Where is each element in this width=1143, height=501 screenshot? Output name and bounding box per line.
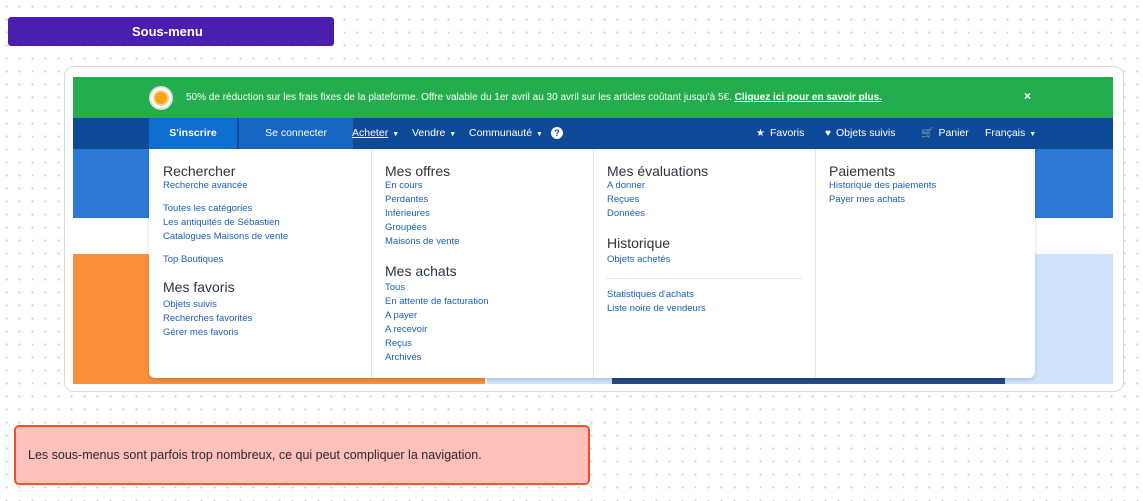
chevron-down-icon: ▼: [1029, 131, 1037, 138]
chevron-down-icon: ▼: [449, 131, 457, 138]
nav-vendre[interactable]: Vendre ▼: [412, 118, 456, 149]
nav-vendre-label: Vendre: [412, 127, 446, 139]
heading-mes-favoris: Mes favoris: [163, 279, 235, 295]
nav-objets-suivis-label: Objets suivis: [835, 127, 896, 139]
menu-column-rechercher: Rechercher Recherche avancée Toutes les …: [149, 149, 371, 378]
heading-rechercher: Rechercher: [163, 163, 236, 179]
link-historique-paiements[interactable]: Historique des paiements: [829, 180, 936, 191]
nav-objets-suivis[interactable]: ♥ Objets suivis: [825, 118, 895, 149]
link-en-cours[interactable]: En cours: [385, 180, 423, 191]
link-catalogues[interactable]: Catalogues Maisons de vente: [163, 231, 288, 242]
nav-acheter-label: Acheter: [352, 127, 389, 139]
acheter-dropdown-menu: Rechercher Recherche avancée Toutes les …: [149, 149, 1035, 378]
link-a-donner[interactable]: A donner: [607, 180, 645, 191]
menu-divider: [606, 278, 802, 279]
sun-logo-icon: [149, 86, 173, 110]
nav-langue[interactable]: Français ▼: [985, 118, 1036, 149]
heading-mes-achats: Mes achats: [385, 263, 457, 279]
nav-panier[interactable]: 🛒 Panier: [921, 118, 969, 149]
chevron-down-icon: ▼: [536, 131, 543, 138]
login-button[interactable]: Se connecter: [239, 118, 353, 149]
nav-communaute[interactable]: Communauté ▼: [469, 118, 543, 149]
menu-column-paiements: Paiements Historique des paiements Payer…: [815, 149, 1035, 378]
link-recues[interactable]: Reçues: [607, 194, 639, 205]
link-recus[interactable]: Reçus: [385, 338, 412, 349]
cart-icon: 🛒: [921, 128, 934, 139]
link-toutes-categories[interactable]: Toutes les catégories: [163, 203, 252, 214]
link-groupees[interactable]: Groupées: [385, 222, 427, 233]
nav-communaute-label: Communauté: [469, 127, 533, 139]
link-a-recevoir[interactable]: A recevoir: [385, 324, 427, 335]
link-attente-facturation[interactable]: En attente de facturation: [385, 296, 489, 307]
link-statistiques[interactable]: Statistiques d'achats: [607, 289, 694, 300]
link-a-payer[interactable]: A payer: [385, 310, 417, 321]
link-perdantes[interactable]: Perdantes: [385, 194, 428, 205]
signup-button[interactable]: S'inscrire: [149, 118, 237, 149]
link-payer-achats[interactable]: Payer mes achats: [829, 194, 905, 205]
chevron-down-icon: ▼: [392, 131, 400, 138]
link-top-boutiques[interactable]: Top Boutiques: [163, 254, 223, 265]
link-objets-achetes[interactable]: Objets achetés: [607, 254, 670, 265]
link-donnees[interactable]: Données: [607, 208, 645, 219]
link-objets-suivis[interactable]: Objets suivis: [163, 299, 217, 310]
menu-column-evaluations: Mes évaluations A donner Reçues Données …: [593, 149, 815, 378]
link-gerer-favoris[interactable]: Gérer mes favoris: [163, 327, 239, 338]
nav-langue-label: Français: [985, 127, 1026, 139]
menu-column-mes-offres: Mes offres En cours Perdantes Inférieure…: [371, 149, 593, 378]
nav-acheter[interactable]: Acheter ▼: [352, 118, 399, 149]
link-recherche-avancee[interactable]: Recherche avancée: [163, 180, 248, 191]
top-nav: S'inscrire Se connecter Acheter ▼ Vendre ▼…: [73, 118, 1113, 149]
link-antiquites[interactable]: Les antiquités de Sébastien: [163, 217, 280, 228]
promo-link[interactable]: Cliquez ici pour en savoir plus.: [735, 92, 882, 103]
section-tag-label: Sous-menu: [132, 24, 203, 39]
help-icon[interactable]: ?: [551, 118, 563, 149]
link-archives[interactable]: Archivés: [385, 352, 421, 363]
heading-historique: Historique: [607, 235, 671, 251]
close-icon[interactable]: ×: [1024, 89, 1031, 103]
heading-paiements: Paiements: [829, 163, 896, 179]
link-recherches-favorites[interactable]: Recherches favorites: [163, 313, 252, 324]
section-tag: Sous-menu: [8, 17, 334, 46]
heading-mes-offres: Mes offres: [385, 163, 451, 179]
heart-icon: ♥: [825, 128, 831, 139]
annotation-note: Les sous-menus sont parfois trop nombreu…: [14, 425, 590, 485]
link-inferieures[interactable]: Inférieures: [385, 208, 430, 219]
link-liste-noire[interactable]: Liste noire de vendeurs: [607, 303, 706, 314]
nav-favoris-label: Favoris: [769, 127, 805, 139]
promo-text: 50% de réduction sur les frais fixes de …: [186, 92, 735, 103]
link-maisons-vente[interactable]: Maisons de vente: [385, 236, 459, 247]
annotation-text: Les sous-menus sont parfois trop nombreu…: [28, 448, 482, 462]
star-icon: ★: [756, 128, 765, 139]
nav-favoris[interactable]: ★ Favoris: [756, 118, 804, 149]
promo-banner: 50% de réduction sur les frais fixes de …: [73, 77, 1113, 118]
promo-message: 50% de réduction sur les frais fixes de …: [186, 92, 882, 103]
heading-mes-evaluations: Mes évaluations: [607, 163, 709, 179]
nav-panier-label: Panier: [938, 127, 969, 139]
link-tous[interactable]: Tous: [385, 282, 405, 293]
